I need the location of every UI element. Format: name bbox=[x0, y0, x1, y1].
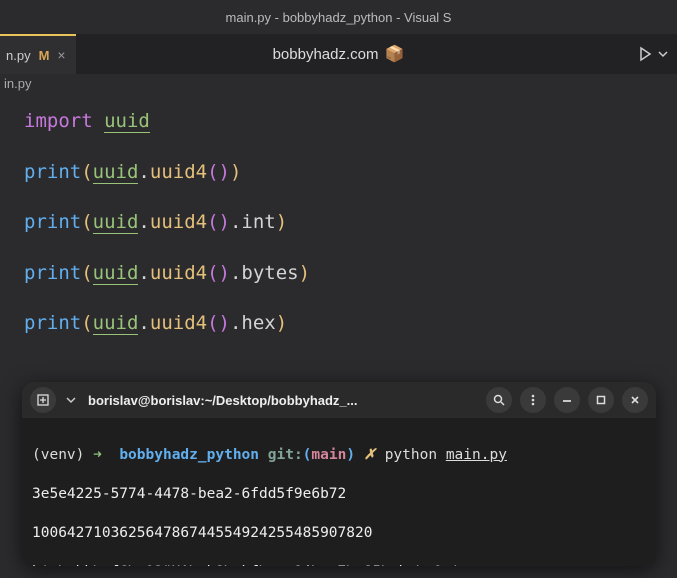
search-icon[interactable] bbox=[486, 387, 512, 413]
code-line: import uuid bbox=[24, 108, 677, 135]
close-icon[interactable]: × bbox=[57, 47, 65, 63]
window-title: main.py - bobbyhadz_python - Visual S bbox=[226, 10, 452, 25]
tab-filename: n.py bbox=[6, 48, 31, 63]
run-controls bbox=[637, 46, 669, 62]
chevron-down-icon[interactable] bbox=[657, 48, 669, 60]
breadcrumb[interactable]: in.py bbox=[0, 74, 677, 98]
new-tab-icon[interactable] bbox=[30, 387, 56, 413]
terminal-output: b'_\xbb\xf6\x92"HA\xb8\xbf\xce1(\xa7\x85… bbox=[32, 563, 646, 566]
tab-bar: n.py M × bobbyhadz.com 📦 bbox=[0, 34, 677, 74]
code-line: print(uuid.uuid4().bytes) bbox=[24, 260, 677, 287]
terminal-titlebar[interactable]: borislav@borislav:~/Desktop/bobbyhadz_..… bbox=[22, 382, 656, 418]
terminal-output: 100642710362564786744554924255485907820 bbox=[32, 524, 646, 544]
terminal-output: 3e5e4225-5774-4478-bea2-6fdd5f9e6b72 bbox=[32, 485, 646, 505]
terminal-window: borislav@borislav:~/Desktop/bobbyhadz_..… bbox=[22, 382, 656, 566]
modified-indicator: M bbox=[39, 48, 50, 63]
terminal-line: (venv) ➜ bobbyhadz_python git:(main) ✗ p… bbox=[32, 446, 646, 466]
maximize-icon[interactable] bbox=[588, 387, 614, 413]
terminal-dropdown-icon[interactable] bbox=[66, 395, 76, 405]
menu-icon[interactable] bbox=[520, 387, 546, 413]
header-label: bobbyhadz.com 📦 bbox=[0, 44, 677, 64]
editor-tab-main[interactable]: n.py M × bbox=[0, 34, 76, 74]
code-line: print(uuid.uuid4()) bbox=[24, 159, 677, 186]
terminal-body[interactable]: (venv) ➜ bobbyhadz_python git:(main) ✗ p… bbox=[22, 418, 656, 566]
terminal-title: borislav@borislav:~/Desktop/bobbyhadz_..… bbox=[88, 393, 480, 408]
code-line: print(uuid.uuid4().hex) bbox=[24, 310, 677, 337]
minimize-icon[interactable] bbox=[554, 387, 580, 413]
code-editor[interactable]: import uuid print(uuid.uuid4()) print(uu… bbox=[0, 98, 677, 337]
cube-icon: 📦 bbox=[384, 44, 404, 64]
close-window-icon[interactable] bbox=[622, 387, 648, 413]
run-icon[interactable] bbox=[637, 46, 653, 62]
title-bar: main.py - bobbyhadz_python - Visual S bbox=[0, 0, 677, 34]
code-line: print(uuid.uuid4().int) bbox=[24, 209, 677, 236]
